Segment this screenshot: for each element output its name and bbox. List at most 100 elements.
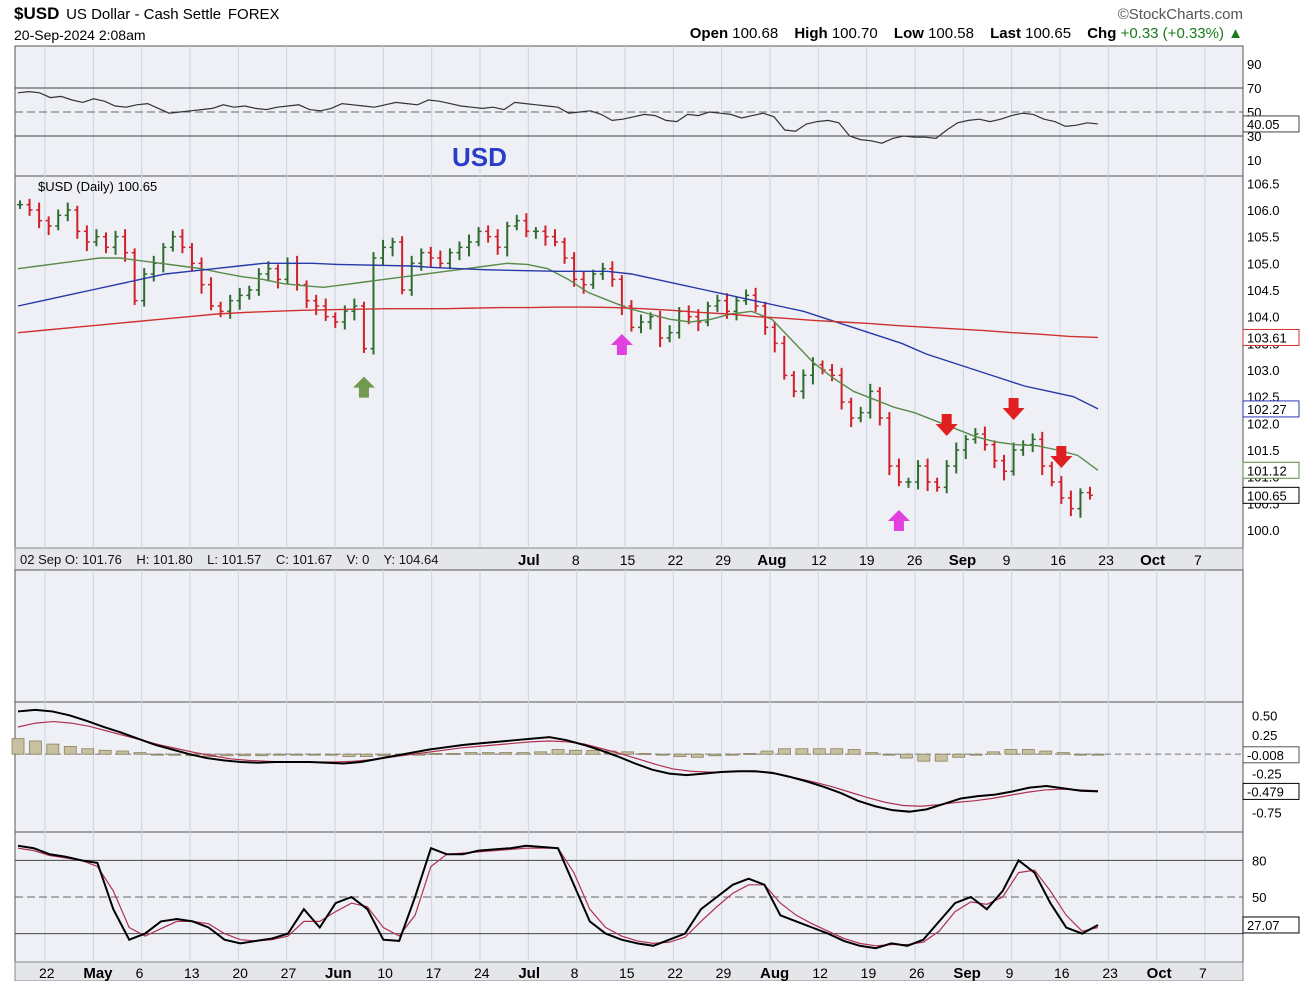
x-tick-label: Sep — [953, 965, 981, 981]
macd-histogram-bar — [116, 750, 129, 755]
price-tick-label: 104.5 — [1247, 283, 1280, 298]
macd-histogram-bar — [638, 753, 652, 755]
macd-histogram-bar — [447, 753, 460, 755]
macd-histogram-bar — [29, 740, 42, 755]
macd-histogram-bar — [359, 753, 373, 757]
macd-histogram-bar — [987, 751, 1000, 755]
macd-histogram-bar — [899, 753, 913, 759]
macd-histogram-bar — [81, 748, 95, 755]
x-tick-label: 15 — [619, 965, 635, 981]
blank-panel — [14, 569, 1244, 703]
price-panel-label: $USD (Daily) 100.65 — [38, 179, 157, 194]
macd-histogram-bar — [168, 753, 182, 756]
price-x-tick-label: Aug — [757, 552, 786, 569]
price-tick-label: 103.0 — [1247, 363, 1280, 378]
macd-histogram-bar — [656, 753, 669, 756]
x-tick-label: 13 — [184, 965, 200, 981]
macd-histogram-bar — [586, 749, 600, 755]
price-x-tick-label: Jul — [518, 552, 540, 569]
price-panel — [14, 175, 1244, 549]
macd-histogram-bar — [847, 749, 861, 755]
macd-histogram-bar — [272, 753, 286, 756]
price-x-tick-label: 19 — [859, 552, 875, 568]
macd-histogram-bar — [952, 753, 966, 758]
price-value-label: 101.12 — [1247, 463, 1287, 478]
macd-histogram-bar — [1021, 749, 1035, 755]
stoch-tick-label: 80 — [1252, 853, 1266, 868]
macd-histogram-bar — [220, 753, 234, 757]
macd-histogram-bar — [690, 753, 704, 758]
macd-tick-label: 0.50 — [1252, 708, 1277, 723]
rsi-tick-label: 10 — [1247, 153, 1261, 168]
price-x-tick-label: 7 — [1194, 552, 1202, 568]
x-tick-label: 6 — [136, 965, 144, 981]
price-tick-label: 105.0 — [1247, 256, 1280, 271]
stoch-value-label: 27.07 — [1247, 918, 1280, 933]
macd-value-label: -0.479 — [1247, 784, 1284, 799]
macd-histogram-bar — [969, 753, 983, 756]
usd-annotation: USD — [452, 142, 507, 172]
x-tick-label: May — [83, 965, 113, 981]
macd-histogram-bar — [760, 750, 774, 755]
macd-histogram-bar — [325, 753, 338, 756]
price-x-tick-label: 16 — [1050, 552, 1066, 568]
macd-histogram-bar — [673, 753, 687, 757]
x-tick-label: Jun — [325, 965, 352, 981]
macd-histogram-bar — [1074, 753, 1087, 756]
macd-histogram-bar — [725, 753, 739, 756]
macd-histogram-bar — [516, 752, 530, 755]
macd-histogram-bar — [621, 751, 635, 755]
x-tick-label: 7 — [1199, 965, 1207, 981]
price-x-tick-label: Sep — [949, 552, 977, 569]
price-value-label: 100.65 — [1247, 488, 1287, 503]
macd-histogram-bar — [255, 753, 269, 757]
macd-histogram-bar — [569, 749, 582, 755]
price-x-tick-label: 22 — [668, 552, 684, 568]
price-value-label: 103.61 — [1247, 330, 1287, 345]
x-tick-label: 23 — [1102, 965, 1118, 981]
x-tick-label: 19 — [861, 965, 877, 981]
macd-hist-value-label: -0.008 — [1247, 748, 1284, 763]
macd-histogram-bar — [534, 751, 547, 755]
macd-histogram-bar — [830, 748, 844, 755]
macd-histogram-bar — [865, 752, 878, 755]
price-tick-label: 106.5 — [1247, 176, 1280, 191]
x-tick-label: 16 — [1054, 965, 1070, 981]
info-bar-text: 02 Sep O: 101.76 H: 101.80 L: 101.57 C: … — [20, 552, 438, 567]
rsi-panel — [14, 45, 1244, 177]
rsi-tick-label: 90 — [1247, 57, 1261, 72]
macd-histogram-bar — [1039, 750, 1053, 755]
macd-histogram-bar — [481, 752, 495, 755]
macd-histogram-bar — [46, 743, 60, 755]
macd-histogram-bar — [11, 738, 25, 755]
macd-panel — [14, 701, 1244, 833]
price-tick-label: 100.0 — [1247, 523, 1280, 538]
x-tick-label: 8 — [571, 965, 579, 981]
x-tick-label: 12 — [812, 965, 828, 981]
macd-histogram-bar — [1004, 749, 1018, 755]
x-tick-label: 22 — [39, 965, 55, 981]
price-tick-label: 101.5 — [1247, 443, 1280, 458]
price-x-tick-label: 9 — [1003, 552, 1011, 568]
macd-histogram-bar — [812, 748, 826, 755]
price-x-tick-label: 8 — [572, 552, 580, 568]
price-x-tick-label: 26 — [907, 552, 923, 568]
x-tick-label: 10 — [377, 965, 393, 981]
price-x-tick-label: 29 — [715, 552, 731, 568]
macd-histogram-bar — [551, 749, 565, 755]
macd-histogram-bar — [290, 753, 304, 756]
macd-histogram-bar — [743, 753, 757, 755]
chart-canvas[interactable]: 22 May 6 13 20 27 Jun 10 17 24 Jul 8 15 22 29 Aug 12 19 26… — [0, 0, 1305, 981]
x-tick-label: Aug — [760, 965, 789, 981]
macd-histogram-bar — [429, 753, 443, 755]
price-tick-label: 106.0 — [1247, 203, 1280, 218]
macd-histogram-bar — [934, 753, 948, 762]
x-tick-label: 26 — [909, 965, 925, 981]
x-tick-label: 22 — [667, 965, 683, 981]
price-x-tick-label: 23 — [1098, 552, 1114, 568]
x-tick-label: 9 — [1006, 965, 1014, 981]
x-tick-label: 24 — [474, 965, 490, 981]
macd-histogram-bar — [464, 752, 478, 755]
price-tick-label: 102.0 — [1247, 416, 1280, 431]
macd-histogram-bar — [778, 748, 791, 755]
